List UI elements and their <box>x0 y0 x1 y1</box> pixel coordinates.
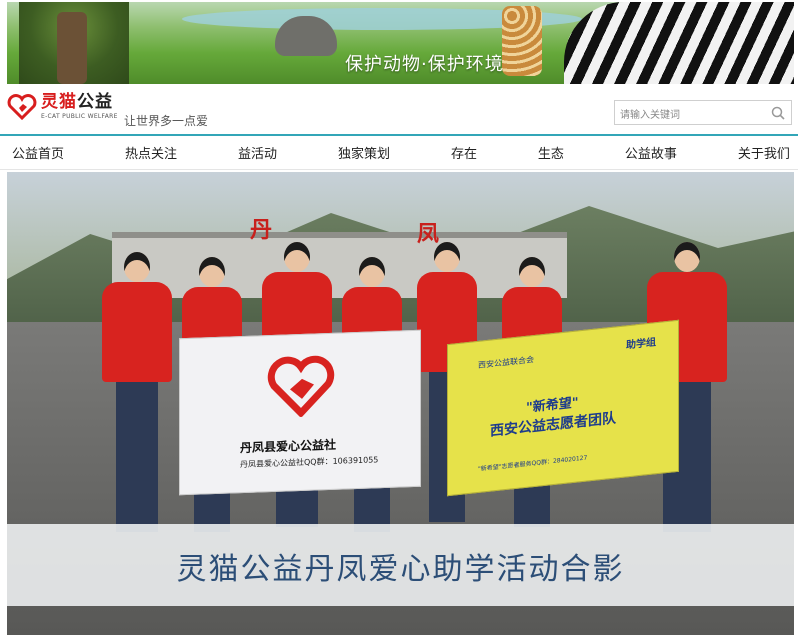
yellow-banner-org: 西安公益联合会 <box>478 355 534 370</box>
heart-hand-icon <box>267 355 335 419</box>
nav-item-about[interactable]: 关于我们 <box>738 143 790 162</box>
search-box[interactable]: 请输入关键词 <box>614 100 792 125</box>
featured-photo[interactable]: 丹 凤 丹凤县爱心公益社 丹凤县爱心公益社QQ群：106391055 西安公益联… <box>7 172 794 635</box>
white-banner-subtitle: 丹凤县爱心公益社QQ群：106391055 <box>240 455 379 470</box>
banner-tree-trunk <box>57 12 87 84</box>
banner-giraffe <box>502 6 542 76</box>
nav-item-ecology[interactable]: 生态 <box>538 143 564 162</box>
nav-item-existence[interactable]: 存在 <box>451 143 477 162</box>
nav-item-hot-topics[interactable]: 热点关注 <box>125 143 177 162</box>
photo-caption[interactable]: 灵猫公益丹凤爱心助学活动合影 <box>7 544 794 588</box>
nav-item-stories[interactable]: 公益故事 <box>625 143 677 162</box>
heart-logo-icon <box>7 94 37 120</box>
logo-en: E-CAT PUBLIC WELFARE <box>41 113 118 120</box>
logo-cn: 灵猫公益 <box>41 94 118 111</box>
yellow-banner-corner: 助学组 <box>626 337 656 352</box>
gate-sign-char-1: 丹 <box>250 218 273 243</box>
nav-item-activities[interactable]: 益活动 <box>238 143 277 162</box>
white-banner: 丹凤县爱心公益社 丹凤县爱心公益社QQ群：106391055 <box>179 329 421 496</box>
site-logo[interactable]: 灵猫公益 E-CAT PUBLIC WELFARE <box>7 94 118 120</box>
logo-cn-dark: 公益 <box>77 92 113 112</box>
logo-cn-red: 灵猫 <box>41 92 77 112</box>
nav-item-exclusive[interactable]: 独家策划 <box>338 143 390 162</box>
banner-slogan: 保护动物·保护环境 <box>345 54 504 75</box>
nav-item-home[interactable]: 公益首页 <box>12 143 64 162</box>
photo-toll-gate <box>112 232 567 298</box>
banner-zebra <box>564 2 794 84</box>
main-nav: 公益首页 热点关注 益活动 独家策划 存在 生态 公益故事 关于我们 <box>0 136 798 170</box>
yellow-banner-footer: "新希望"志愿者服务QQ群：284020127 <box>478 454 588 473</box>
top-banner: 保护动物·保护环境 <box>7 2 794 84</box>
gate-sign-char-2: 凤 <box>417 222 440 247</box>
site-tagline: 让世界多一点爱 <box>124 114 209 128</box>
search-input[interactable]: 请输入关键词 <box>620 106 680 121</box>
volunteer-figure <box>102 252 172 532</box>
logo-text: 灵猫公益 E-CAT PUBLIC WELFARE <box>41 94 118 120</box>
search-icon[interactable] <box>771 106 785 120</box>
white-banner-title: 丹凤县爱心公益社 <box>240 437 337 456</box>
yellow-banner: 西安公益联合会 助学组 "新希望" 西安公益志愿者团队 "新希望"志愿者服务QQ… <box>447 319 679 497</box>
